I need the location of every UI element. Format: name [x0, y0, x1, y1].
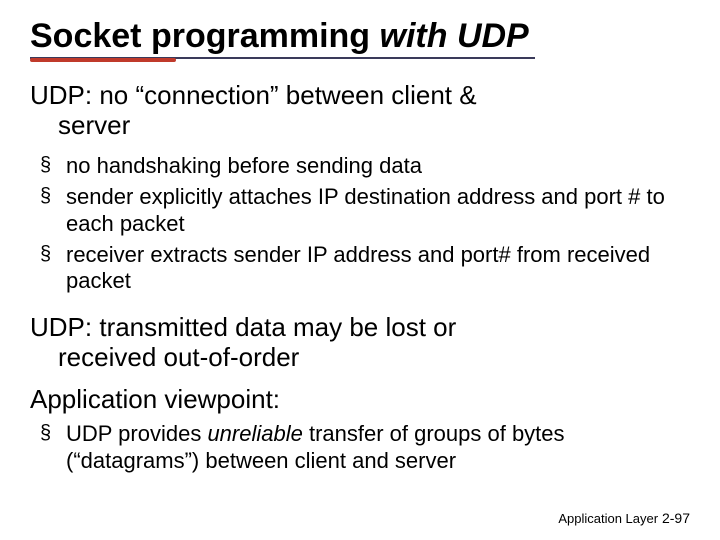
lead2-line1: UDP: transmitted data may be lost or — [30, 312, 456, 342]
slide-title: Socket programming with UDP — [30, 18, 535, 59]
page-number: 2-97 — [662, 510, 690, 526]
title-part2: with UDP — [370, 17, 529, 55]
list-item: receiver extracts sender IP address and … — [40, 242, 690, 296]
lead1-line2: server — [58, 111, 690, 141]
list-item: UDP provides unreliable transfer of grou… — [40, 421, 690, 475]
title-part1: Socket programming — [30, 17, 370, 55]
title-block: Socket programming with UDP — [30, 18, 690, 59]
lead-1: UDP: no “connection” between client & se… — [30, 81, 690, 141]
lead2-line2: received out-of-order — [58, 343, 690, 373]
list-item: sender explicitly attaches IP destinatio… — [40, 184, 690, 238]
bullet-text-em: unreliable — [207, 421, 302, 446]
bullet-text-pre: UDP provides — [66, 421, 207, 446]
accent-underline-icon — [30, 58, 176, 62]
bullet-list-1: no handshaking before sending data sende… — [40, 153, 690, 295]
bullet-list-2: UDP provides unreliable transfer of grou… — [40, 421, 690, 475]
footer-label: Application Layer — [558, 511, 658, 526]
footer: Application Layer 2-97 — [558, 510, 690, 526]
slide: Socket programming with UDP UDP: no “con… — [0, 0, 720, 540]
list-item: no handshaking before sending data — [40, 153, 690, 180]
lead1-line1: UDP: no “connection” between client & — [30, 80, 477, 110]
bullet-text: no handshaking before sending data — [66, 153, 422, 178]
bullet-text: receiver extracts sender IP address and … — [66, 242, 650, 294]
lead-3: Application viewpoint: — [30, 385, 690, 415]
bullet-text: sender explicitly attaches IP destinatio… — [66, 184, 665, 236]
lead-2: UDP: transmitted data may be lost or rec… — [30, 313, 690, 373]
